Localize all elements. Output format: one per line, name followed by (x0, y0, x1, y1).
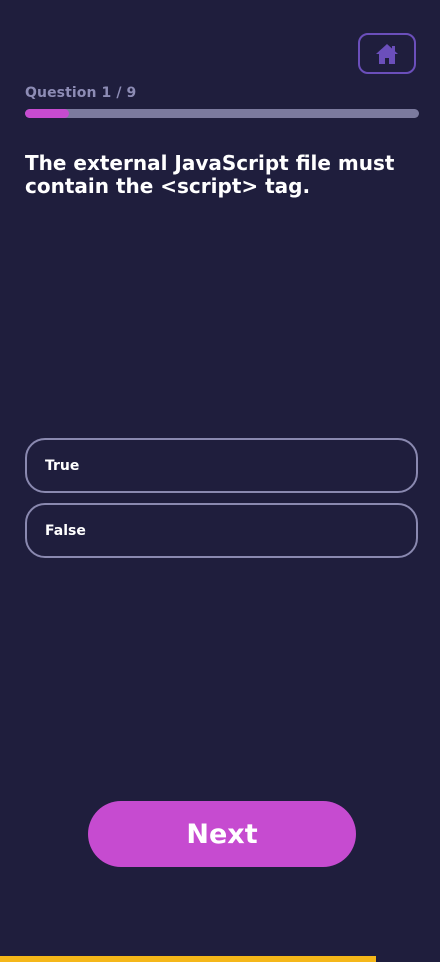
answer-option-false[interactable]: False (25, 503, 418, 558)
bottom-progress-bar (0, 956, 377, 962)
next-button[interactable]: Next (88, 801, 356, 867)
home-icon (375, 43, 399, 65)
home-button[interactable] (358, 33, 416, 74)
progress-bar (25, 109, 419, 118)
question-counter: Question 1 / 9 (25, 85, 137, 101)
progress-fill (25, 109, 69, 118)
answer-option-true[interactable]: True (25, 438, 418, 493)
question-text: The external JavaScript file must contai… (25, 151, 395, 198)
